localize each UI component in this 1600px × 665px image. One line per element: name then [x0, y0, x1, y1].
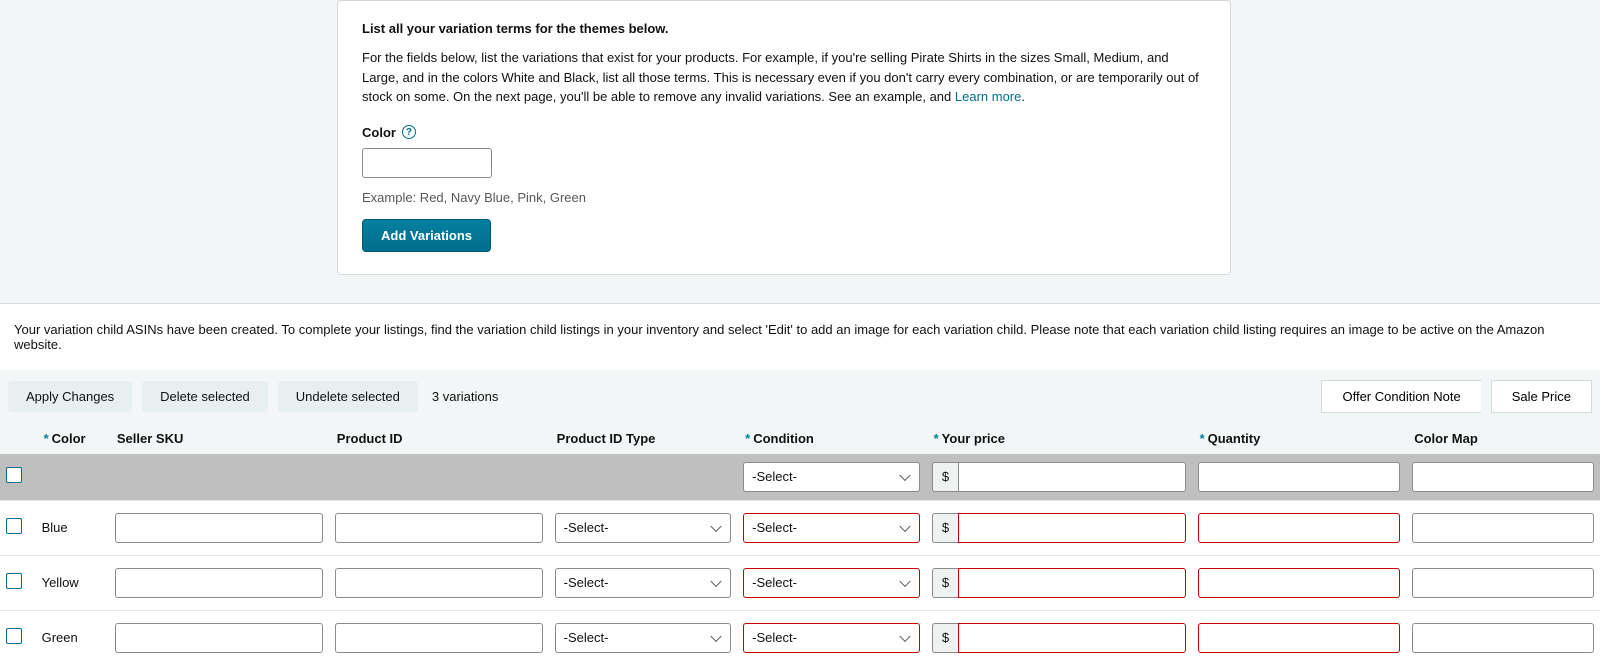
row-checkbox[interactable]: [6, 628, 22, 644]
row-color-value: Green: [36, 610, 109, 665]
product-id-type-select[interactable]: -Select-: [555, 513, 731, 543]
table-row: Green -Select- -Select- $: [0, 610, 1600, 665]
table-row: Blue -Select- -Select- $: [0, 500, 1600, 555]
apply-changes-button[interactable]: Apply Changes: [8, 381, 132, 412]
currency-symbol: $: [932, 623, 959, 653]
seller-sku-input[interactable]: [115, 568, 323, 598]
bulk-colormap-input[interactable]: [1412, 462, 1594, 492]
select-value: -Select-: [564, 520, 609, 535]
delete-selected-button[interactable]: Delete selected: [142, 381, 268, 412]
col-seller-sku: Seller SKU: [109, 423, 329, 454]
variations-toolbar: Apply Changes Delete selected Undelete s…: [0, 370, 1600, 423]
quantity-input[interactable]: [1198, 568, 1401, 598]
select-all-checkbox[interactable]: [6, 467, 22, 483]
variation-terms-title: List all your variation terms for the th…: [362, 21, 1206, 36]
select-placeholder: -Select-: [752, 469, 797, 484]
col-color: *Color: [36, 423, 109, 454]
asin-created-notice: Your variation child ASINs have been cre…: [0, 304, 1600, 370]
seller-sku-input[interactable]: [115, 513, 323, 543]
col-product-id: Product ID: [329, 423, 549, 454]
select-value: -Select-: [752, 630, 797, 645]
product-id-input[interactable]: [335, 623, 543, 653]
col-condition: *Condition: [737, 423, 925, 454]
colormap-input[interactable]: [1412, 623, 1594, 653]
variation-count: 3 variations: [432, 389, 498, 404]
description-suffix: .: [1021, 89, 1025, 104]
condition-select[interactable]: -Select-: [743, 623, 919, 653]
table-header-row: *Color Seller SKU Product ID Product ID …: [0, 423, 1600, 454]
col-your-price: *Your price: [926, 423, 1192, 454]
color-input[interactable]: [362, 148, 492, 178]
currency-symbol: $: [932, 513, 959, 543]
select-value: -Select-: [564, 575, 609, 590]
color-label: Color: [362, 125, 396, 140]
color-label-row: Color ?: [362, 125, 1206, 140]
variation-terms-card: List all your variation terms for the th…: [337, 0, 1231, 275]
row-color-value: Blue: [36, 500, 109, 555]
col-color-map: Color Map: [1406, 423, 1600, 454]
select-value: -Select-: [564, 630, 609, 645]
help-icon[interactable]: ?: [402, 125, 416, 139]
offer-condition-note-button[interactable]: Offer Condition Note: [1321, 380, 1480, 413]
colormap-input[interactable]: [1412, 513, 1594, 543]
select-value: -Select-: [752, 575, 797, 590]
row-checkbox[interactable]: [6, 573, 22, 589]
col-quantity: *Quantity: [1192, 423, 1407, 454]
add-variations-button[interactable]: Add Variations: [362, 219, 491, 252]
table-row: Yellow -Select- -Select- $: [0, 555, 1600, 610]
color-example-text: Example: Red, Navy Blue, Pink, Green: [362, 190, 1206, 205]
undelete-selected-button[interactable]: Undelete selected: [278, 381, 418, 412]
quantity-input[interactable]: [1198, 623, 1401, 653]
sale-price-button[interactable]: Sale Price: [1491, 380, 1592, 413]
product-id-type-select[interactable]: -Select-: [555, 568, 731, 598]
select-value: -Select-: [752, 520, 797, 535]
quantity-input[interactable]: [1198, 513, 1401, 543]
row-checkbox[interactable]: [6, 518, 22, 534]
condition-select[interactable]: -Select-: [743, 513, 919, 543]
price-input[interactable]: [958, 568, 1185, 598]
row-color-value: Yellow: [36, 555, 109, 610]
col-product-id-type: Product ID Type: [549, 423, 737, 454]
bulk-condition-select[interactable]: -Select-: [743, 462, 919, 492]
currency-symbol: $: [932, 568, 959, 598]
product-id-input[interactable]: [335, 513, 543, 543]
currency-symbol: $: [932, 462, 959, 492]
variation-terms-description: For the fields below, list the variation…: [362, 48, 1206, 107]
variations-table: *Color Seller SKU Product ID Product ID …: [0, 423, 1600, 665]
bulk-quantity-input[interactable]: [1198, 462, 1401, 492]
price-input[interactable]: [958, 623, 1185, 653]
seller-sku-input[interactable]: [115, 623, 323, 653]
bulk-edit-row: -Select- $: [0, 454, 1600, 501]
learn-more-link[interactable]: Learn more: [955, 89, 1021, 104]
colormap-input[interactable]: [1412, 568, 1594, 598]
product-id-type-select[interactable]: -Select-: [555, 623, 731, 653]
condition-select[interactable]: -Select-: [743, 568, 919, 598]
product-id-input[interactable]: [335, 568, 543, 598]
variation-terms-description-text: For the fields below, list the variation…: [362, 50, 1199, 104]
bulk-price-input[interactable]: [958, 462, 1185, 492]
price-input[interactable]: [958, 513, 1185, 543]
